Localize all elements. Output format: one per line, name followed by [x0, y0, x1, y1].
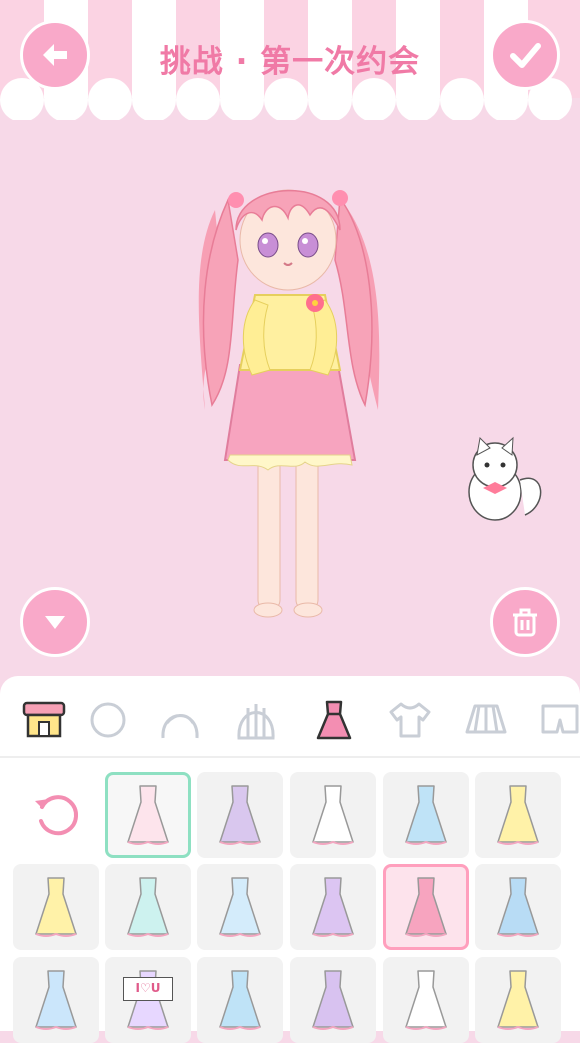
- item-sailor-dress[interactable]: [197, 957, 283, 1043]
- blue-frill-dress-icon: [35, 970, 77, 1030]
- sailor-dress-icon: [219, 970, 261, 1030]
- category-tabs: [0, 690, 580, 750]
- item-blue-layered-dress[interactable]: [475, 864, 561, 950]
- white-cat: [468, 436, 542, 521]
- item-blue-tutu-dress[interactable]: [197, 864, 283, 950]
- item-blue-slip-dress[interactable]: [383, 772, 469, 858]
- blue-slip-dress-icon: [405, 785, 447, 845]
- item-mint-ruffle-dress[interactable]: [105, 864, 191, 950]
- item-yellow-coat-dress[interactable]: [475, 957, 561, 1043]
- dressup-stage: [0, 120, 580, 680]
- tab-hair-front[interactable]: [150, 690, 210, 750]
- reset-button[interactable]: [20, 771, 92, 857]
- back-arrow-icon: [43, 44, 67, 66]
- item-white-slip-dress[interactable]: [290, 772, 376, 858]
- item-white-bow-dress[interactable]: [105, 772, 191, 858]
- skirt-icon: [465, 704, 507, 734]
- yellow-babydoll-dress-icon: [35, 877, 77, 937]
- tab-shop[interactable]: [14, 690, 74, 750]
- tab-divider: [0, 756, 580, 758]
- confirm-button[interactable]: [490, 20, 560, 90]
- tab-hair-back[interactable]: [226, 690, 286, 750]
- back-button[interactable]: [20, 20, 90, 90]
- dress-icon: [316, 700, 352, 740]
- white-slip-dress-icon: [312, 785, 354, 845]
- face-icon: [90, 702, 126, 738]
- item-purple-princess-dress[interactable]: [290, 864, 376, 950]
- plaid-purple-dress-icon: [219, 785, 261, 845]
- wardrobe-panel: I♡U: [0, 676, 580, 1043]
- hair-back-icon: [237, 704, 275, 740]
- item-pink-cardigan-dress[interactable]: [383, 864, 469, 950]
- item-blue-frill-dress[interactable]: [13, 957, 99, 1043]
- purple-princess-dress-icon: [312, 877, 354, 937]
- blue-tutu-dress-icon: [219, 877, 261, 937]
- white-bow-dress-icon: [127, 785, 169, 845]
- top-icon: [389, 702, 431, 738]
- yellow-coat-dress-icon: [497, 970, 539, 1030]
- pants-icon: [541, 704, 579, 734]
- item-i-love-u-dress[interactable]: I♡U: [105, 957, 191, 1043]
- chevron-down-icon: [45, 616, 65, 629]
- item-white-apron-dress[interactable]: [383, 957, 469, 1043]
- dress-print-label: I♡U: [123, 977, 173, 1001]
- character-doll[interactable]: [0, 120, 580, 680]
- item-purple-sailor-dress[interactable]: [290, 957, 376, 1043]
- tab-dress[interactable]: [304, 690, 364, 750]
- purple-sailor-dress-icon: [312, 970, 354, 1030]
- trash-button[interactable]: [490, 587, 560, 657]
- tab-pants[interactable]: [530, 690, 580, 750]
- tab-face[interactable]: [76, 690, 136, 750]
- check-icon: [510, 43, 541, 68]
- collapse-button[interactable]: [20, 587, 90, 657]
- trash-icon: [513, 608, 537, 637]
- yellow-lace-dress-icon: [497, 785, 539, 845]
- mint-ruffle-dress-icon: [127, 877, 169, 937]
- shop-icon: [22, 701, 66, 738]
- tab-skirt[interactable]: [456, 690, 516, 750]
- item-yellow-lace-dress[interactable]: [475, 772, 561, 858]
- reset-icon: [35, 795, 78, 836]
- hair-front-icon: [161, 714, 199, 739]
- pink-cardigan-dress-icon: [405, 877, 447, 937]
- white-apron-dress-icon: [405, 970, 447, 1030]
- tab-top[interactable]: [380, 690, 440, 750]
- blue-layered-dress-icon: [497, 877, 539, 937]
- item-yellow-babydoll-dress[interactable]: [13, 864, 99, 950]
- item-plaid-purple-dress[interactable]: [197, 772, 283, 858]
